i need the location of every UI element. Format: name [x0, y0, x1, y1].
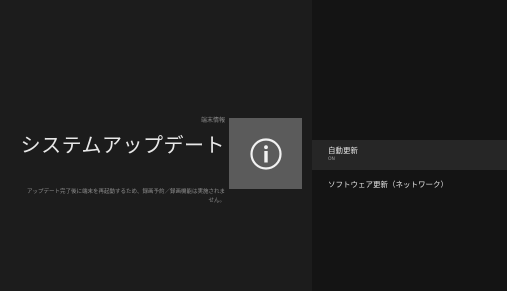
- page-description: アップデート完了後に端末を再起動するため、録画予約／録画機能は実施されません。: [26, 189, 225, 204]
- settings-menu: 自動更新 ON ソフトウェア更新（ネットワーク）: [312, 140, 507, 190]
- menu-item-auto-update[interactable]: 自動更新 ON: [312, 140, 507, 170]
- info-icon: [249, 137, 283, 171]
- breadcrumb: 端末情報: [200, 117, 225, 124]
- menu-item-label: ソフトウェア更新（ネットワーク）: [328, 180, 448, 189]
- info-tile: [229, 118, 302, 189]
- menu-item-label: 自動更新: [328, 146, 358, 155]
- system-update-screen: 端末情報 システムアップデート アップデート完了後に端末を再起動するため、録画予…: [0, 0, 507, 291]
- menu-item-value: ON: [328, 157, 335, 162]
- menu-item-software-update-network[interactable]: ソフトウェア更新（ネットワーク）: [312, 180, 507, 190]
- page-title: システムアップデート: [20, 133, 225, 157]
